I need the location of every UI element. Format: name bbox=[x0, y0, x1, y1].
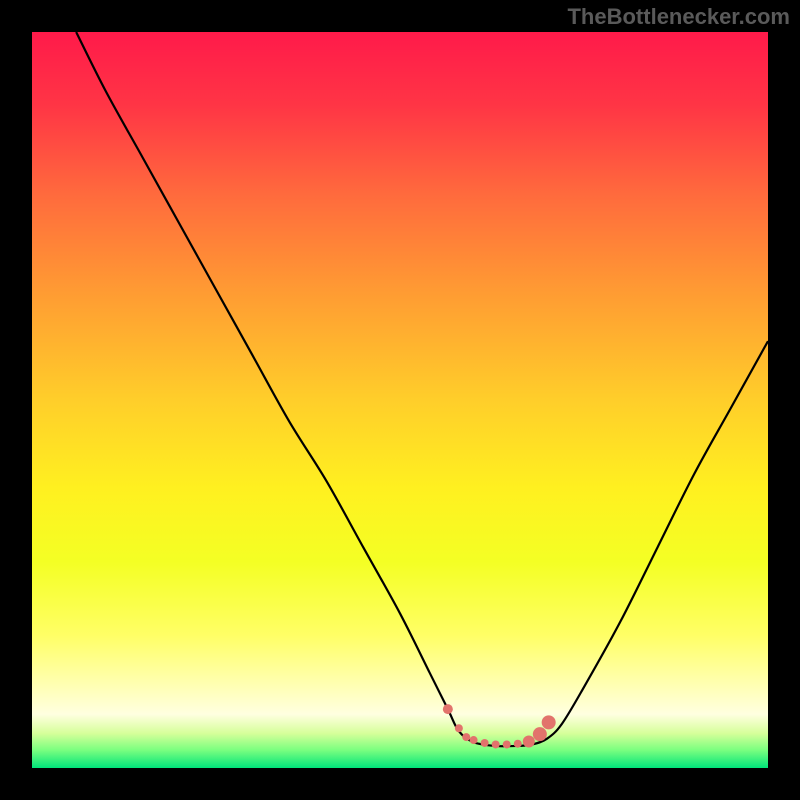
attribution-text: TheBottlenecker.com bbox=[567, 4, 790, 30]
plot-area bbox=[32, 32, 768, 768]
bottleneck-curve bbox=[32, 32, 768, 768]
chart-container: TheBottlenecker.com bbox=[0, 0, 800, 800]
